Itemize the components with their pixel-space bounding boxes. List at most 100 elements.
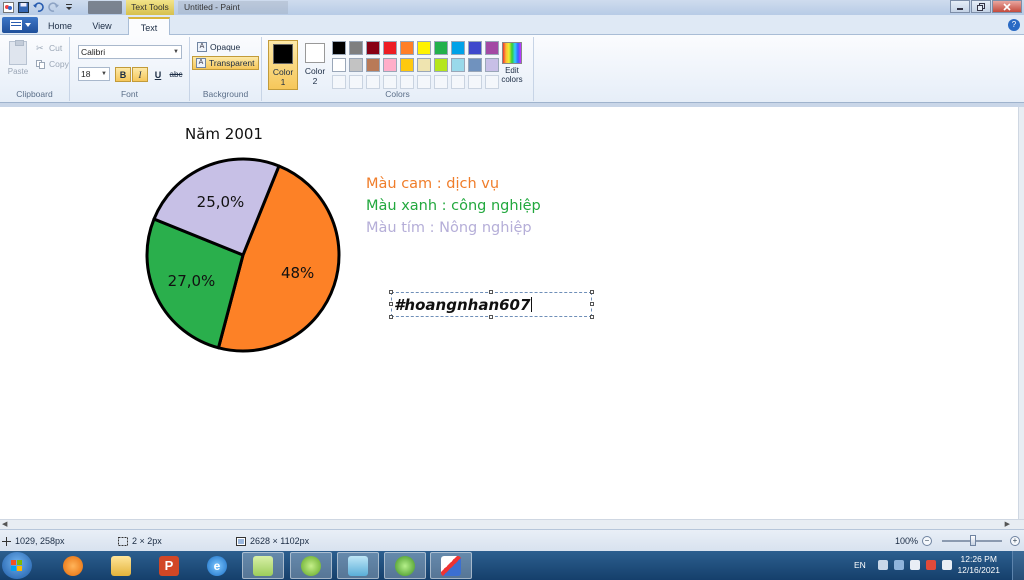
palette-swatch[interactable] bbox=[434, 41, 448, 55]
paint-app-icon[interactable] bbox=[2, 1, 15, 13]
italic-button[interactable]: I bbox=[132, 67, 148, 82]
strikethrough-button[interactable]: abc bbox=[168, 67, 184, 82]
taskbar-explorer[interactable] bbox=[100, 552, 142, 579]
transparent-button[interactable]: A Transparent bbox=[192, 56, 259, 70]
font-group: Calibri ▼ 18 ▼ B I U abc Font bbox=[70, 37, 190, 101]
tab-text[interactable]: Text bbox=[128, 17, 170, 35]
start-button[interactable] bbox=[2, 552, 32, 579]
save-icon[interactable] bbox=[17, 1, 30, 13]
redo-icon[interactable] bbox=[47, 1, 60, 13]
palette-swatch[interactable] bbox=[468, 58, 482, 72]
scroll-left-icon[interactable]: ◀ bbox=[2, 520, 7, 529]
color-wheel-icon bbox=[502, 42, 522, 64]
taskbar-app-6[interactable] bbox=[290, 552, 332, 579]
palette-swatch[interactable] bbox=[383, 41, 397, 55]
taskbar-media-player[interactable] bbox=[52, 552, 94, 579]
taskbar-app-8[interactable] bbox=[384, 552, 426, 579]
undo-icon[interactable] bbox=[32, 1, 45, 13]
taskbar-app-7[interactable] bbox=[337, 552, 379, 579]
palette-empty-swatch[interactable] bbox=[400, 75, 414, 89]
resize-handle[interactable] bbox=[489, 315, 493, 319]
close-button[interactable] bbox=[992, 0, 1022, 13]
palette-swatch[interactable] bbox=[349, 41, 363, 55]
resize-handle[interactable] bbox=[489, 290, 493, 294]
minimize-button[interactable] bbox=[950, 0, 970, 13]
device-icon[interactable] bbox=[942, 560, 952, 570]
resize-handle[interactable] bbox=[389, 315, 393, 319]
horizontal-scrollbar[interactable]: ◀ ▶ bbox=[0, 519, 1024, 529]
taskbar-powerpoint[interactable]: P bbox=[148, 552, 190, 579]
copy-button[interactable]: Copy bbox=[36, 59, 69, 69]
palette-swatch[interactable] bbox=[383, 58, 397, 72]
palette-empty-swatch[interactable] bbox=[349, 75, 363, 89]
zoom-in-button[interactable]: + bbox=[1010, 536, 1020, 546]
volume-icon[interactable] bbox=[910, 560, 920, 570]
paste-button[interactable]: Paste bbox=[6, 40, 30, 76]
palette-swatch[interactable] bbox=[332, 41, 346, 55]
palette-empty-swatch[interactable] bbox=[451, 75, 465, 89]
palette-swatch[interactable] bbox=[451, 58, 465, 72]
tab-home[interactable]: Home bbox=[42, 17, 78, 35]
background-group-label: Background bbox=[202, 89, 249, 99]
show-desktop-button[interactable] bbox=[1012, 551, 1024, 580]
underline-button[interactable]: U bbox=[150, 67, 166, 82]
palette-empty-swatch[interactable] bbox=[332, 75, 346, 89]
palette-swatch[interactable] bbox=[332, 58, 346, 72]
taskbar-app-5[interactable] bbox=[242, 552, 284, 579]
resize-handle[interactable] bbox=[590, 315, 594, 319]
palette-swatch[interactable] bbox=[366, 41, 380, 55]
customize-qat-icon[interactable] bbox=[62, 1, 75, 13]
restore-button[interactable] bbox=[971, 0, 991, 13]
text-box[interactable]: #hoangnhan607 bbox=[389, 290, 594, 319]
security-icon[interactable] bbox=[926, 560, 936, 570]
taskbar-paint[interactable] bbox=[430, 552, 472, 579]
zoom-out-button[interactable]: − bbox=[922, 536, 932, 546]
palette-empty-swatch[interactable] bbox=[366, 75, 380, 89]
app-7-icon bbox=[348, 555, 368, 576]
scroll-right-icon[interactable]: ▶ bbox=[1005, 520, 1010, 529]
text-box-content[interactable]: #hoangnhan607 bbox=[394, 296, 533, 314]
tray-expand-icon[interactable] bbox=[878, 560, 888, 570]
resize-handle[interactable] bbox=[389, 302, 393, 306]
color2-button[interactable]: Color 2 bbox=[300, 40, 330, 90]
network-icon[interactable] bbox=[894, 560, 904, 570]
clock[interactable]: 12:26 PM 12/16/2021 bbox=[957, 554, 1000, 576]
palette-swatch[interactable] bbox=[366, 58, 380, 72]
palette-swatch[interactable] bbox=[400, 41, 414, 55]
edit-colors-button[interactable]: Edit colors bbox=[498, 40, 526, 84]
taskbar-internet-explorer[interactable]: e bbox=[196, 552, 238, 579]
paint-menu-button[interactable] bbox=[2, 17, 38, 33]
copy-icon bbox=[36, 59, 45, 69]
bold-button[interactable]: B bbox=[115, 67, 131, 82]
opaque-button[interactable]: A Opaque bbox=[194, 40, 243, 54]
language-indicator[interactable]: EN bbox=[854, 560, 866, 570]
palette-swatch[interactable] bbox=[434, 58, 448, 72]
palette-swatch[interactable] bbox=[349, 58, 363, 72]
palette-swatch[interactable] bbox=[400, 58, 414, 72]
palette-swatch[interactable] bbox=[485, 41, 499, 55]
palette-swatch[interactable] bbox=[417, 41, 431, 55]
font-family-select[interactable]: Calibri ▼ bbox=[78, 45, 182, 59]
palette-swatch[interactable] bbox=[485, 58, 499, 72]
palette-swatch[interactable] bbox=[417, 58, 431, 72]
help-icon[interactable]: ? bbox=[1008, 19, 1020, 31]
palette-empty-swatch[interactable] bbox=[468, 75, 482, 89]
cut-button[interactable]: ✂ Cut bbox=[36, 43, 62, 53]
color1-button[interactable]: Color 1 bbox=[268, 40, 298, 90]
resize-handle[interactable] bbox=[590, 290, 594, 294]
palette-empty-swatch[interactable] bbox=[485, 75, 499, 89]
app-5-icon bbox=[253, 555, 273, 576]
resize-handle[interactable] bbox=[590, 302, 594, 306]
palette-swatch[interactable] bbox=[451, 41, 465, 55]
font-size-select[interactable]: 18 ▼ bbox=[78, 67, 110, 81]
vertical-scrollbar[interactable] bbox=[1018, 107, 1024, 519]
palette-empty-swatch[interactable] bbox=[383, 75, 397, 89]
palette-swatch[interactable] bbox=[468, 41, 482, 55]
selection-icon bbox=[118, 536, 128, 546]
tab-view[interactable]: View bbox=[84, 17, 120, 35]
palette-empty-swatch[interactable] bbox=[434, 75, 448, 89]
resize-handle[interactable] bbox=[389, 290, 393, 294]
zoom-slider-thumb[interactable] bbox=[970, 535, 976, 546]
palette-empty-swatch[interactable] bbox=[417, 75, 431, 89]
background-group: A Opaque A Transparent Background bbox=[190, 37, 262, 101]
